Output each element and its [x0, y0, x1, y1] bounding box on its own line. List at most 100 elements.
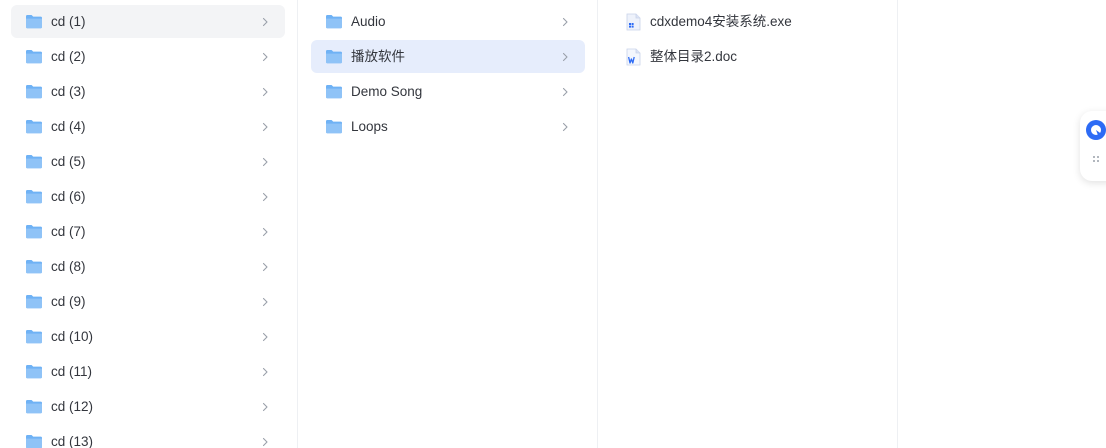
chevron-right-icon[interactable]	[259, 331, 271, 343]
item-name: cd (11)	[51, 363, 93, 379]
folder-row[interactable]: 播放软件	[311, 40, 585, 73]
item-name: cd (6)	[51, 188, 86, 204]
column-1-list: cd (1) cd (2) cd (3) cd (4) cd (5) cd (6) cd (…	[11, 0, 285, 448]
folder-icon	[26, 155, 42, 169]
chevron-right-icon[interactable]	[259, 226, 271, 238]
folder-row[interactable]: cd (3)	[11, 75, 285, 108]
item-name: cd (4)	[51, 118, 86, 134]
folder-icon	[326, 15, 342, 29]
item-name: cd (7)	[51, 223, 86, 239]
chevron-right-icon[interactable]	[259, 366, 271, 378]
item-name: cd (8)	[51, 258, 86, 274]
folder-row[interactable]: cd (1)	[11, 5, 285, 38]
folder-icon	[26, 50, 42, 64]
folder-row[interactable]: cd (5)	[11, 145, 285, 178]
folder-icon	[326, 50, 342, 64]
item-name: cd (1)	[51, 13, 86, 29]
item-name: 整体目录2.doc	[650, 48, 738, 64]
folder-icon	[26, 365, 42, 379]
chevron-right-icon[interactable]	[259, 51, 271, 63]
column-1: cd (1) cd (2) cd (3) cd (4) cd (5) cd (6) cd (…	[0, 0, 298, 448]
drag-grip-icon[interactable]	[1092, 155, 1100, 163]
chevron-right-icon[interactable]	[259, 191, 271, 203]
chevron-right-icon[interactable]	[559, 86, 571, 98]
folder-row[interactable]: Loops	[311, 110, 585, 143]
file-row[interactable]: cdxdemo4安装系统.exe	[611, 5, 885, 38]
chevron-right-icon[interactable]	[259, 296, 271, 308]
folder-row[interactable]: Demo Song	[311, 75, 585, 108]
item-name: Demo Song	[351, 83, 423, 99]
chevron-right-icon[interactable]	[259, 261, 271, 273]
folder-icon	[26, 85, 42, 99]
folder-icon	[26, 435, 42, 448]
chevron-right-icon[interactable]	[259, 121, 271, 133]
folder-icon	[26, 15, 42, 29]
folder-icon	[26, 400, 42, 414]
folder-icon	[26, 225, 42, 239]
folder-icon	[26, 295, 42, 309]
file-row[interactable]: 整体目录2.doc	[611, 40, 885, 73]
folder-row[interactable]: cd (6)	[11, 180, 285, 213]
folder-icon	[26, 260, 42, 274]
folder-icon	[26, 120, 42, 134]
word-doc-icon	[626, 48, 641, 65]
folder-row[interactable]: cd (8)	[11, 250, 285, 283]
chevron-right-icon[interactable]	[259, 261, 271, 273]
chevron-right-icon[interactable]	[559, 121, 571, 133]
item-name: 播放软件	[351, 48, 405, 64]
chevron-right-icon[interactable]	[259, 436, 271, 448]
chevron-right-icon[interactable]	[559, 51, 571, 63]
assistant-logo-icon[interactable]	[1085, 119, 1106, 141]
chevron-right-icon[interactable]	[559, 51, 571, 63]
chevron-right-icon[interactable]	[259, 16, 271, 28]
chevron-right-icon[interactable]	[259, 226, 271, 238]
chevron-right-icon[interactable]	[259, 401, 271, 413]
chevron-right-icon[interactable]	[259, 191, 271, 203]
column-2-list: Audio 播放软件 Demo Song Loops	[311, 0, 585, 143]
item-name: Loops	[351, 118, 388, 134]
chevron-right-icon[interactable]	[259, 121, 271, 133]
chevron-right-icon[interactable]	[259, 156, 271, 168]
item-name: cd (9)	[51, 293, 86, 309]
column-3: cdxdemo4安装系统.exe 整体目录2.doc	[599, 0, 898, 448]
item-name: Audio	[351, 13, 386, 29]
folder-icon	[326, 85, 342, 99]
folder-row[interactable]: cd (9)	[11, 285, 285, 318]
folder-icon	[326, 120, 342, 134]
chevron-right-icon[interactable]	[259, 156, 271, 168]
chevron-right-icon[interactable]	[259, 51, 271, 63]
chevron-right-icon[interactable]	[559, 86, 571, 98]
floating-assistant-widget[interactable]	[1080, 111, 1106, 181]
item-name: cd (10)	[51, 328, 94, 344]
folder-row[interactable]: cd (11)	[11, 355, 285, 388]
item-name: cd (13)	[51, 433, 94, 448]
chevron-right-icon[interactable]	[259, 401, 271, 413]
folder-row[interactable]: cd (12)	[11, 390, 285, 423]
item-name: cd (5)	[51, 153, 86, 169]
chevron-right-icon[interactable]	[559, 121, 571, 133]
chevron-right-icon[interactable]	[259, 331, 271, 343]
folder-icon	[26, 330, 42, 344]
folder-row[interactable]: cd (4)	[11, 110, 285, 143]
item-name: cd (12)	[51, 398, 94, 414]
chevron-right-icon[interactable]	[259, 366, 271, 378]
folder-row[interactable]: Audio	[311, 5, 585, 38]
column-4-empty	[899, 0, 1106, 448]
chevron-right-icon[interactable]	[559, 16, 571, 28]
folder-row[interactable]: cd (10)	[11, 320, 285, 353]
chevron-right-icon[interactable]	[259, 86, 271, 98]
exe-file-icon	[626, 13, 641, 30]
item-name: cd (2)	[51, 48, 86, 64]
chevron-right-icon[interactable]	[259, 296, 271, 308]
column-2: Audio 播放软件 Demo Song Loops	[299, 0, 598, 448]
chevron-right-icon[interactable]	[559, 16, 571, 28]
folder-row[interactable]: cd (13)	[11, 425, 285, 448]
folder-icon	[26, 190, 42, 204]
item-name: cd (3)	[51, 83, 86, 99]
folder-row[interactable]: cd (7)	[11, 215, 285, 248]
chevron-right-icon[interactable]	[259, 86, 271, 98]
chevron-right-icon[interactable]	[259, 436, 271, 448]
folder-row[interactable]: cd (2)	[11, 40, 285, 73]
column-3-list: cdxdemo4安装系统.exe 整体目录2.doc	[611, 0, 885, 73]
chevron-right-icon[interactable]	[259, 16, 271, 28]
